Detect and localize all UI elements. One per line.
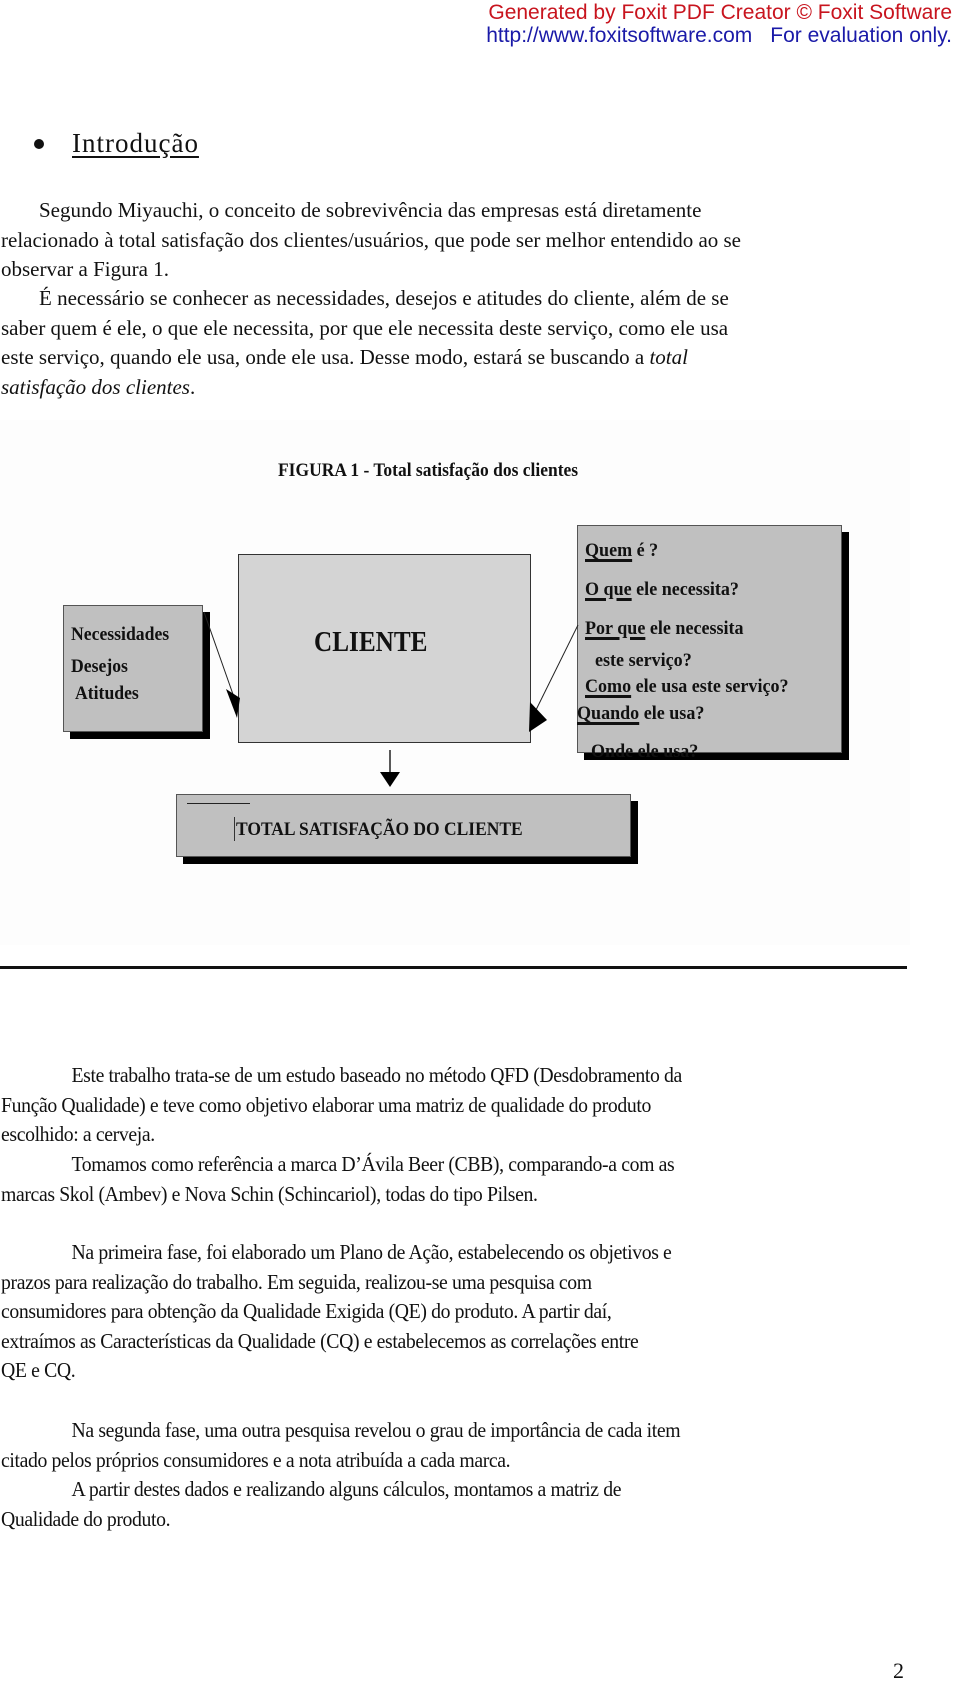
text-line: relacionado à total satisfação dos clien…	[1, 227, 742, 252]
text-line: Este trabalho trata-se de um estudo base…	[71, 1063, 683, 1087]
watermark-line-2: http://www.foxitsoftware.com For evaluati…	[486, 24, 952, 47]
text-line: É necessário se conhecer as necessidades…	[39, 286, 729, 310]
body-paragraph-4: Na segunda fase, uma outra pesquisa reve…	[1, 1416, 903, 1475]
italic-text: satisfação dos clientes	[1, 374, 190, 399]
page-number: 2	[893, 1658, 904, 1683]
figure-arrows	[203, 611, 579, 787]
text-line: A partir destes dados e realizando algun…	[71, 1477, 622, 1501]
text-line: QE e CQ.	[1, 1358, 76, 1382]
text-line: Segundo Miyauchi, o conceito de sobreviv…	[39, 198, 702, 222]
section-heading: Introdução	[34, 128, 199, 159]
body-paragraph-5: A partir destes dados e realizando algun…	[1, 1475, 903, 1534]
figure-1: FIGURA 1 - Total satisfação dos clientes…	[0, 420, 910, 945]
text-line: prazos para realização do trabalho. Em s…	[1, 1269, 592, 1294]
text-line: consumidores para obtenção da Qualidade …	[1, 1299, 612, 1323]
text-line: saber quem é ele, o que ele necessita, p…	[1, 315, 729, 340]
text-line: observar a Figura 1.	[1, 257, 169, 281]
bullet-icon	[34, 138, 44, 149]
text-line: marcas Skol (Ambev) e Nova Schin (Schinc…	[1, 1181, 538, 1206]
section-title: Introdução	[72, 128, 199, 158]
text-line: Função Qualidade) e teve como objetivo e…	[1, 1092, 651, 1117]
text-line: Na primeira fase, foi elaborado um Plano…	[71, 1240, 672, 1264]
arrow-questions-to-client	[532, 624, 579, 717]
watermark-line-1: Generated by Foxit PDF Creator © Foxit S…	[488, 1, 952, 24]
period: .	[189, 374, 196, 399]
intro-paragraph-1: Segundo Miyauchi, o conceito de sobreviv…	[1, 196, 901, 285]
watermark-note: For evaluation only.	[770, 24, 952, 47]
arrow-needs-to-client	[203, 611, 236, 701]
intro-paragraph-2: É necessário se conhecer as necessidades…	[1, 284, 901, 402]
body-paragraph-1: Este trabalho trata-se de um estudo base…	[1, 1061, 903, 1150]
text-line: Qualidade do produto.	[1, 1506, 171, 1531]
body-paragraph-2: Tomamos como referência a marca D’Ávila …	[1, 1150, 903, 1209]
text-line: extraímos as Características da Qualidad…	[1, 1328, 639, 1353]
horizontal-rule	[0, 966, 907, 969]
text-line: escolhido: a cerveja.	[1, 1122, 155, 1146]
watermark-url: http://www.foxitsoftware.com	[486, 24, 753, 47]
foxit-watermark: Generated by Foxit PDF Creator © Foxit S…	[486, 1, 952, 47]
italic-text: total	[649, 345, 688, 369]
body-paragraph-3: Na primeira fase, foi elaborado um Plano…	[1, 1238, 903, 1386]
text-line: este serviço, quando ele usa, onde ele u…	[1, 345, 650, 369]
text-line: citado pelos próprios consumidores e a n…	[1, 1447, 511, 1472]
arrowhead-icon	[380, 772, 400, 787]
text-line: Na segunda fase, uma outra pesquisa reve…	[71, 1418, 681, 1442]
text-line: Tomamos como referência a marca D’Ávila …	[71, 1152, 675, 1176]
